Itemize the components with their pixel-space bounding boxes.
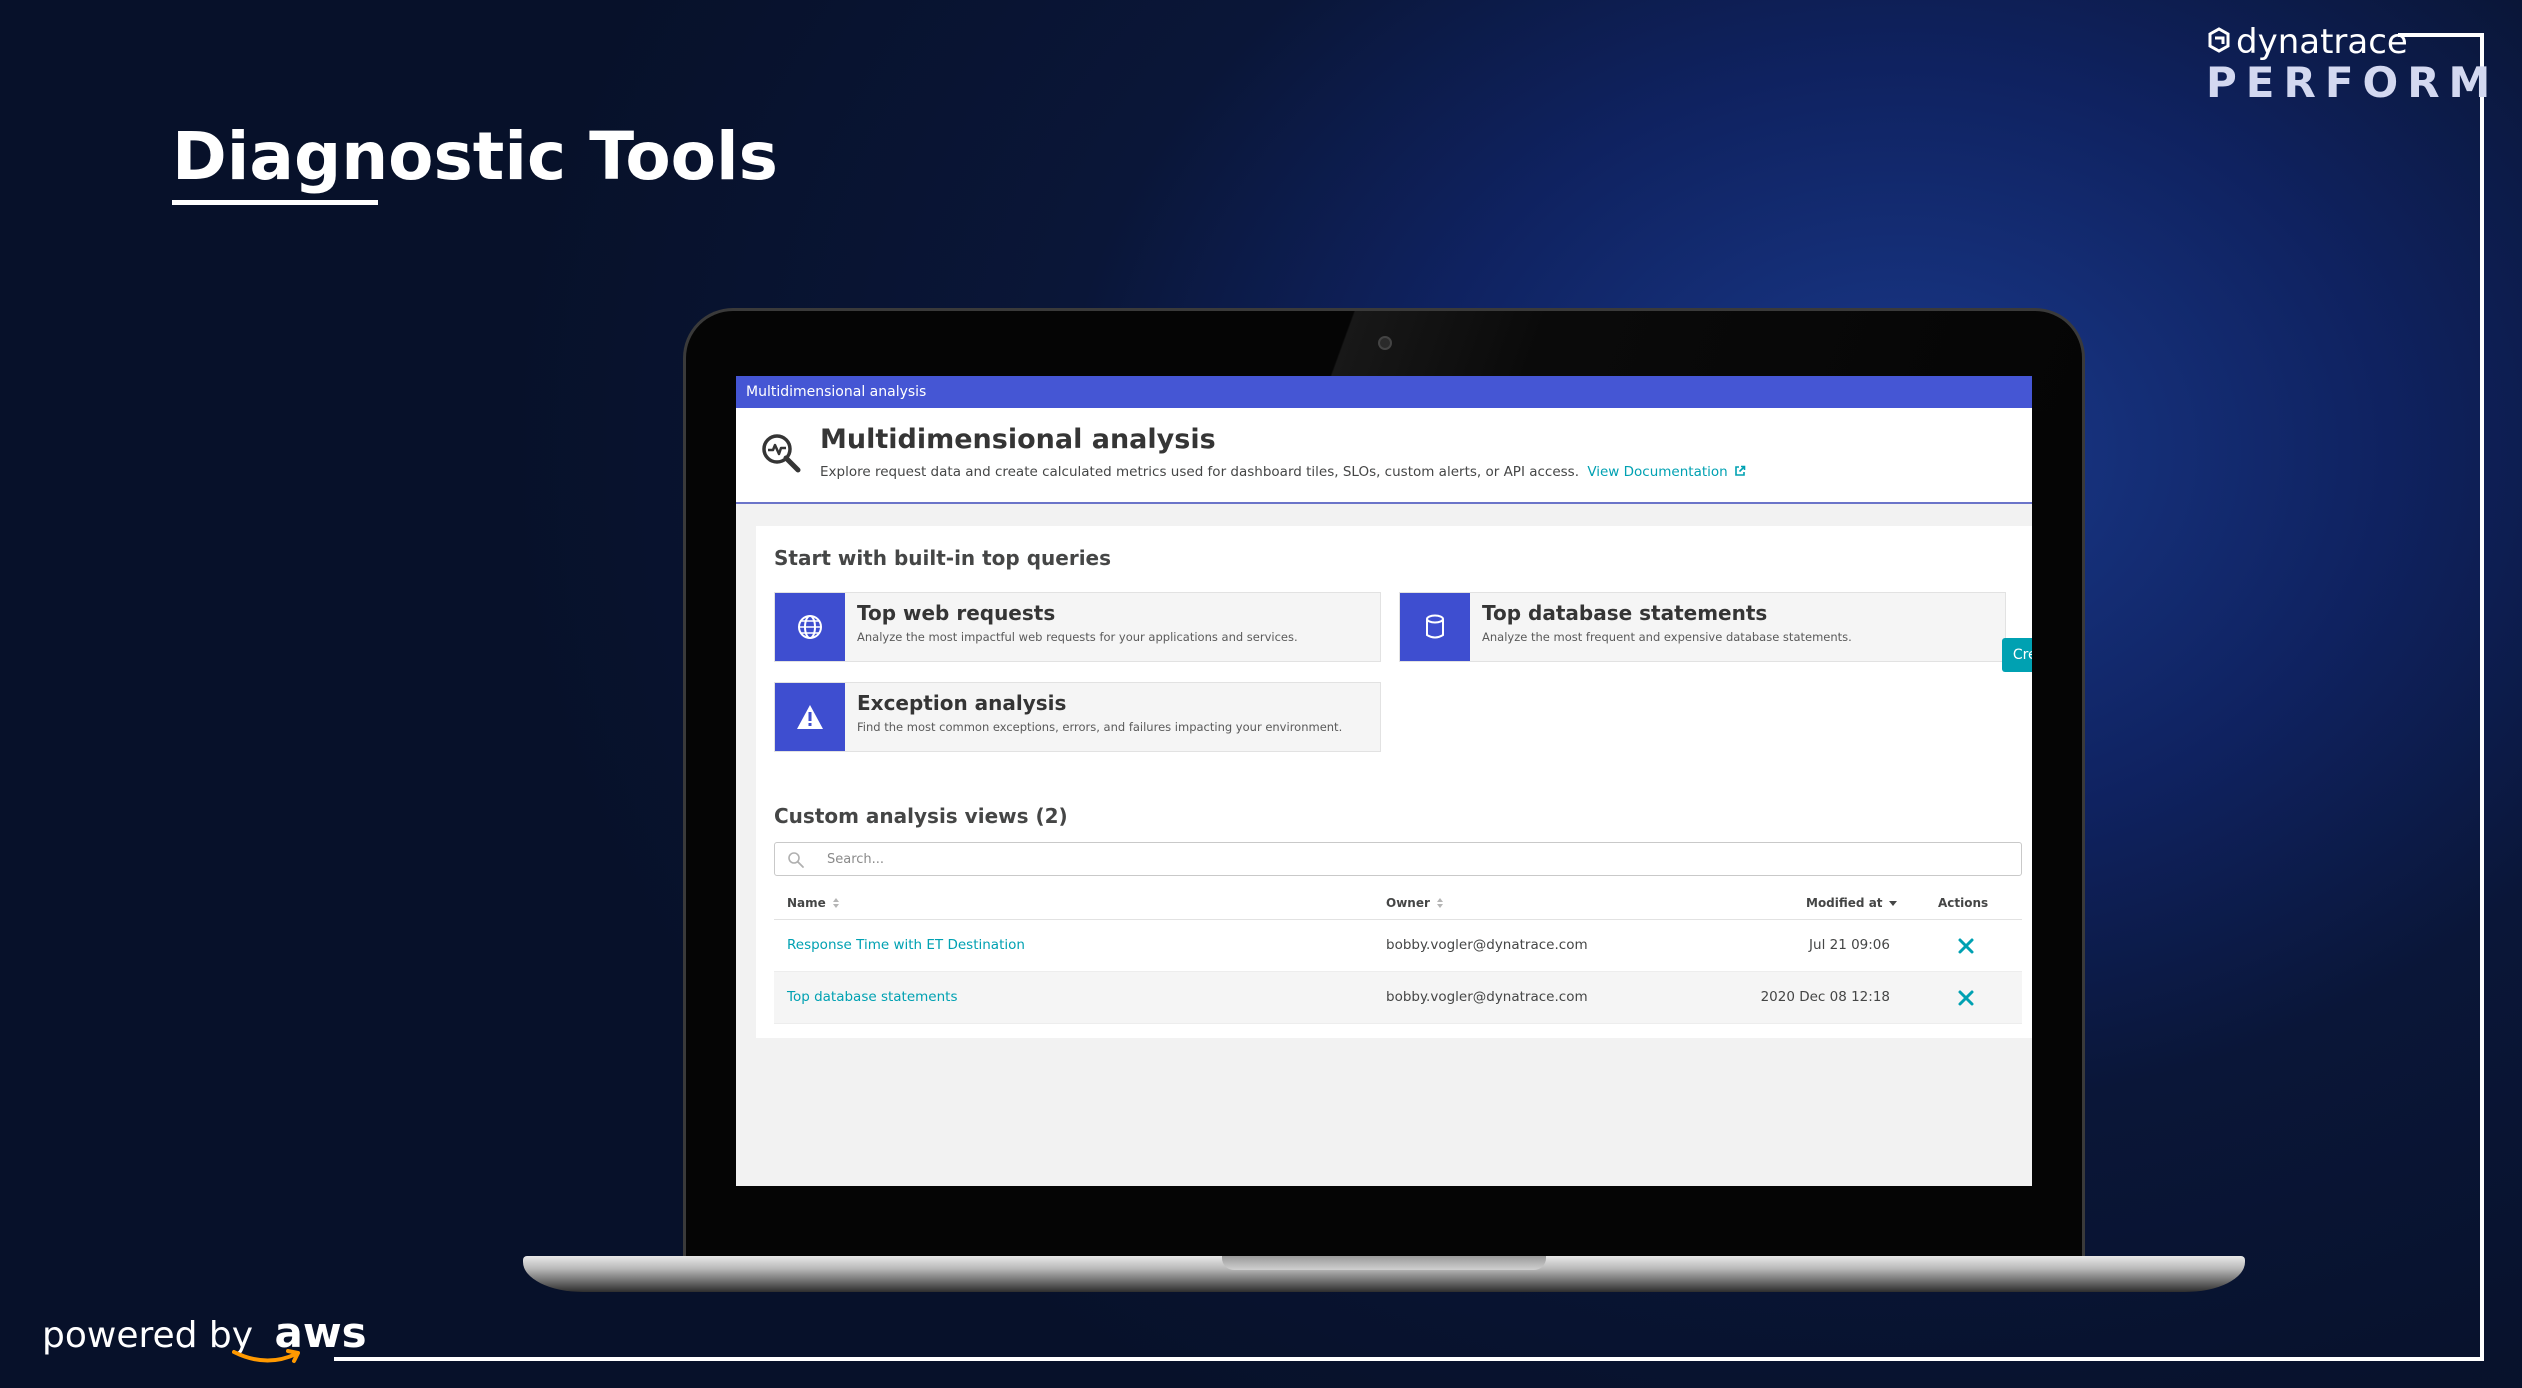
view-documentation-link[interactable]: View Documentation: [1587, 464, 1746, 480]
tile-icon-box: [775, 683, 845, 751]
search-input[interactable]: [827, 849, 1977, 869]
custom-views-title: Custom analysis views (2): [774, 804, 1068, 828]
app-title-bar: Multidimensional analysis: [736, 376, 2032, 408]
external-link-icon: [1734, 465, 1746, 476]
row-modified: Jul 21 09:06: [1809, 937, 1890, 953]
delete-icon[interactable]: [1956, 988, 1976, 1008]
tile-title: Top web requests: [857, 601, 1056, 625]
analysis-magnifier-icon: [762, 434, 801, 473]
search-icon: [788, 852, 804, 868]
laptop-base-notch: [1222, 1256, 1546, 1270]
builtin-section-title: Start with built-in top queries: [774, 546, 1112, 570]
tile-description: Analyze the most frequent and expensive …: [1482, 630, 1852, 644]
dynatrace-mark-icon: [2208, 27, 2230, 53]
tile-title: Top database statements: [1482, 601, 1768, 625]
column-header-modified[interactable]: Modified at: [1806, 896, 1897, 910]
column-label: Name: [787, 896, 826, 910]
sort-icon: [1436, 898, 1443, 908]
table-row: Top database statements bobby.vogler@dyn…: [774, 972, 2022, 1024]
tile-top-database-statements[interactable]: Top database statements Analyze the most…: [1399, 592, 2006, 662]
aws-smile-icon: [232, 1349, 300, 1363]
sort-descending-icon: [1888, 901, 1897, 906]
brand-word: dynatrace: [2236, 22, 2408, 62]
column-header-actions: Actions: [1938, 896, 1989, 910]
database-icon: [1426, 614, 1444, 639]
delete-icon[interactable]: [1956, 936, 1976, 956]
tile-description: Analyze the most impactful web requests …: [857, 630, 1298, 644]
view-documentation-label: View Documentation: [1587, 464, 1728, 480]
search-field[interactable]: [774, 842, 2022, 876]
frame-line-right: [2480, 33, 2484, 1361]
row-name-link[interactable]: Top database statements: [787, 989, 958, 1005]
laptop-camera: [1378, 336, 1392, 350]
slide-title: Diagnostic Tools: [172, 118, 778, 195]
column-header-name[interactable]: Name: [787, 896, 840, 910]
title-underline: [172, 200, 378, 205]
warning-icon: [797, 705, 823, 729]
brand-event: PERFORM: [2206, 58, 2500, 107]
column-label: Owner: [1386, 896, 1430, 910]
dynatrace-perform-logo: dynatrace PERFORM: [2206, 22, 2490, 107]
powered-by-aws: powered by aws: [42, 1308, 367, 1357]
column-header-owner[interactable]: Owner: [1386, 896, 1444, 910]
tile-top-web-requests[interactable]: Top web requests Analyze the most impact…: [774, 592, 1381, 662]
page-description: Explore request data and create calculat…: [820, 464, 1746, 480]
row-name-link[interactable]: Response Time with ET Destination: [787, 937, 1025, 953]
custom-views-table: Name Owner Modified at Actions Response …: [774, 882, 2022, 1024]
tile-icon-box: [775, 593, 845, 661]
globe-icon: [798, 615, 822, 639]
tile-title: Exception analysis: [857, 691, 1067, 715]
table-row: Response Time with ET Destination bobby.…: [774, 920, 2022, 972]
page-header: Multidimensional analysis Explore reques…: [736, 408, 2032, 504]
powered-by-label: powered by: [42, 1315, 254, 1356]
frame-line-bottom: [334, 1357, 2484, 1361]
laptop-screen: Multidimensional analysis Multidimension…: [736, 376, 2032, 1186]
tile-icon-box: [1400, 593, 1470, 661]
create-analysis-view-button[interactable]: Create analysis view: [2002, 638, 2032, 672]
tile-exception-analysis[interactable]: Exception analysis Find the most common …: [774, 682, 1381, 752]
row-owner: bobby.vogler@dynatrace.com: [1386, 937, 1588, 953]
column-label: Modified at: [1806, 896, 1883, 910]
table-header: Name Owner Modified at Actions: [774, 882, 2022, 920]
sort-icon: [832, 898, 839, 908]
page-description-text: Explore request data and create calculat…: [820, 464, 1580, 480]
row-owner: bobby.vogler@dynatrace.com: [1386, 989, 1588, 1005]
tile-description: Find the most common exceptions, errors,…: [857, 720, 1343, 734]
row-modified: 2020 Dec 08 12:18: [1760, 989, 1890, 1005]
page-title: Multidimensional analysis: [820, 424, 1216, 455]
